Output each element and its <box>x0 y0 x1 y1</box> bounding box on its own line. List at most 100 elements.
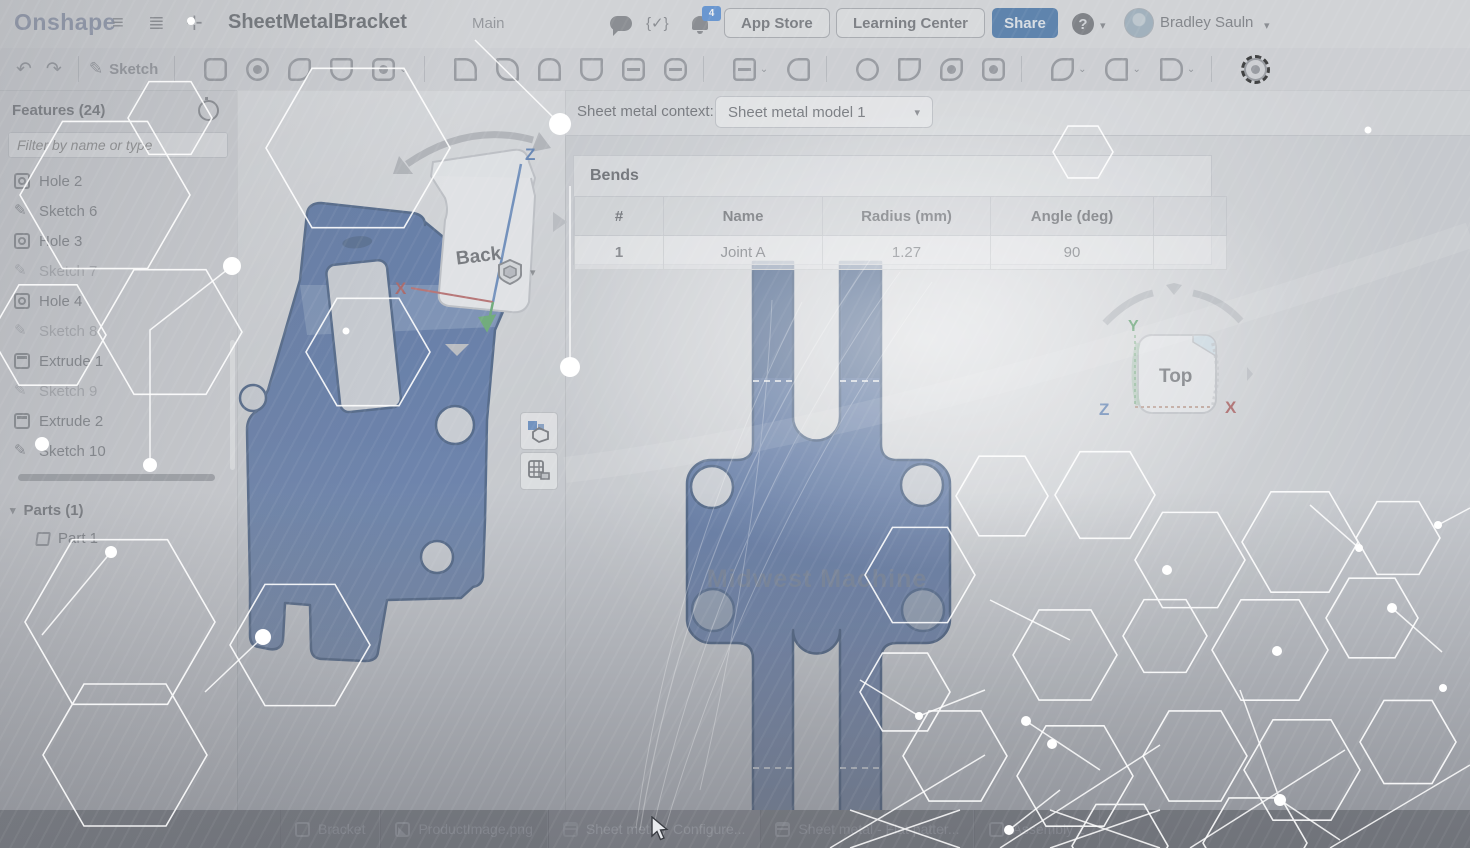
named-views-icon[interactable] <box>1105 58 1128 81</box>
feature-item-extrude2[interactable]: Extrude 2 <box>0 406 237 436</box>
feature-list-icon[interactable]: ≣ <box>148 12 165 34</box>
undo-icon[interactable]: ↶ <box>16 58 32 81</box>
section-view-icon[interactable] <box>1160 58 1183 81</box>
sweep-icon[interactable] <box>288 58 311 81</box>
hamburger-menu-icon[interactable]: ≡ <box>112 12 124 34</box>
comments-icon[interactable] <box>610 16 632 31</box>
extrude-icon[interactable] <box>204 58 227 81</box>
column-header-name[interactable]: Name <box>664 197 823 236</box>
show-flat-pattern-button[interactable] <box>520 452 558 490</box>
view-cube-top[interactable]: Top Y Z X <box>1093 283 1253 428</box>
rollback-timer-icon[interactable] <box>198 100 219 121</box>
chamfer-icon[interactable] <box>496 58 519 81</box>
tab-bracket[interactable]: Bracket <box>280 810 380 848</box>
insert-tool-icon[interactable]: ⊹ <box>186 12 203 34</box>
part-item[interactable]: Part 1 <box>36 530 98 547</box>
document-title[interactable]: SheetMetalBracket <box>228 11 407 34</box>
draft-icon[interactable] <box>538 58 561 81</box>
revolve-icon[interactable] <box>246 58 269 81</box>
feature-item-extrude1[interactable]: Extrude 1 <box>0 346 237 376</box>
flat-pattern-grid-icon <box>527 459 551 483</box>
rotate-down-arrow-icon[interactable] <box>445 344 469 356</box>
sheet-metal-corner-icon[interactable] <box>982 58 1005 81</box>
view-mode-caret-icon: ▾ <box>530 266 536 279</box>
pattern-caret-icon[interactable]: ⌄ <box>760 64 768 75</box>
feature-item-hole4[interactable]: Hole 4 <box>0 286 237 316</box>
column-header-angle[interactable]: Angle (deg) <box>991 197 1154 236</box>
section-caret-icon[interactable]: ⌄ <box>1187 64 1195 75</box>
axis-x-label: X <box>395 279 407 298</box>
split-icon[interactable] <box>898 58 921 81</box>
measure-caret-icon[interactable]: ⌄ <box>1078 64 1086 75</box>
axis-z-label: Z <box>525 145 535 164</box>
fillet-icon[interactable] <box>454 58 477 81</box>
hole-tool-icon[interactable] <box>622 58 645 81</box>
dropdown-caret-icon: ▾ <box>914 106 920 119</box>
linear-pattern-icon[interactable] <box>733 58 756 81</box>
show-folded-view-button[interactable] <box>520 412 558 450</box>
measure-icon[interactable] <box>1051 58 1074 81</box>
parts-section-header[interactable]: ▾ Parts (1) <box>10 502 84 519</box>
tab-sheet-metal-flat-pattern[interactable]: Sheet metal - Flat patter... <box>760 810 974 848</box>
extrude-feature-icon <box>14 413 30 429</box>
redo-icon[interactable]: ↷ <box>46 58 62 81</box>
column-header-radius[interactable]: Radius (mm) <box>823 197 991 236</box>
tab-product-image[interactable]: ProductImage.png <box>380 810 547 848</box>
rotate-right-arrow-icon[interactable] <box>1247 367 1253 381</box>
help-caret-icon[interactable]: ▾ <box>1100 19 1106 32</box>
workspace-branch[interactable]: Main <box>472 15 505 32</box>
notifications-bell-icon[interactable]: 4 <box>692 13 708 30</box>
user-menu-caret-icon[interactable]: ▾ <box>1264 19 1270 32</box>
sketch-button[interactable]: Sketch <box>109 61 158 78</box>
help-icon[interactable]: ? <box>1072 13 1094 35</box>
loft-icon[interactable] <box>330 58 353 81</box>
bend-radius-cell[interactable]: 1.27 <box>823 236 991 270</box>
sheet-metal-model-dropdown[interactable]: Sheet metal model 1 ▾ <box>715 96 933 128</box>
bend-name-cell[interactable]: Joint A <box>664 236 823 270</box>
bends-panel: Bends # Name Radius (mm) Angle (deg) 1 J… <box>573 155 1212 265</box>
sketch-feature-icon: ✎ <box>14 443 30 459</box>
feature-item-hole2[interactable]: Hole 2 <box>0 166 237 196</box>
view-mode-dropdown[interactable]: ▾ <box>498 258 550 286</box>
feature-filter-input[interactable] <box>8 132 228 158</box>
named-views-caret-icon[interactable]: ⌄ <box>1132 64 1140 75</box>
share-button[interactable]: Share <box>992 8 1058 38</box>
feature-item-sketch7[interactable]: ✎Sketch 7 <box>0 256 237 286</box>
rib-icon[interactable] <box>664 58 687 81</box>
feature-item-sketch6[interactable]: ✎Sketch 6 <box>0 196 237 226</box>
view-cube-back[interactable]: Z X Back <box>393 112 568 362</box>
shaded-cube-icon <box>498 259 522 285</box>
rotate-arc-icon[interactable] <box>1193 293 1241 321</box>
mirror-icon[interactable] <box>787 58 810 81</box>
feature-item-sketch10[interactable]: ✎Sketch 10 <box>0 436 237 466</box>
feature-item-hole3[interactable]: Hole 3 <box>0 226 237 256</box>
rotate-up-arrow-icon[interactable] <box>1166 283 1182 295</box>
sheet-metal-flange-icon[interactable] <box>940 58 963 81</box>
bend-angle-cell[interactable]: 90 <box>991 236 1154 270</box>
user-name[interactable]: Bradley Sauln <box>1160 14 1253 31</box>
user-avatar[interactable] <box>1124 8 1154 38</box>
bends-header-row: # Name Radius (mm) Angle (deg) <box>575 197 1227 236</box>
zoom-to-fit-icon[interactable] <box>1241 55 1270 84</box>
bends-table-row[interactable]: 1 Joint A 1.27 90 <box>575 236 1227 270</box>
hole-feature-icon <box>14 233 30 249</box>
shell-icon[interactable] <box>580 58 603 81</box>
versions-icon[interactable]: {✓} <box>646 13 669 35</box>
thicken-icon[interactable] <box>372 58 395 81</box>
onshape-logo[interactable]: Onshape <box>14 9 116 36</box>
tab-assembly[interactable]: Assembly 1 <box>974 810 1099 848</box>
feature-item-sketch8[interactable]: ✎Sketch 8 <box>0 316 237 346</box>
feature-item-sketch9[interactable]: ✎Sketch 9 <box>0 376 237 406</box>
features-vertical-scrollbar[interactable] <box>230 340 235 470</box>
view-cube-face-label[interactable]: Top <box>1159 366 1192 387</box>
parts-collapse-caret-icon[interactable]: ▾ <box>10 504 16 517</box>
table-tab-icon <box>775 822 790 837</box>
app-store-button[interactable]: App Store <box>724 8 830 38</box>
learning-center-button[interactable]: Learning Center <box>836 8 985 38</box>
thicken-caret-icon[interactable]: ⌄ <box>399 64 407 75</box>
split-view-cube-icon <box>527 419 551 443</box>
sketch-pencil-icon[interactable]: ✎ <box>89 59 103 79</box>
column-header-number[interactable]: # <box>575 197 664 236</box>
features-horizontal-scrollbar[interactable] <box>18 474 215 481</box>
boolean-icon[interactable] <box>856 58 879 81</box>
